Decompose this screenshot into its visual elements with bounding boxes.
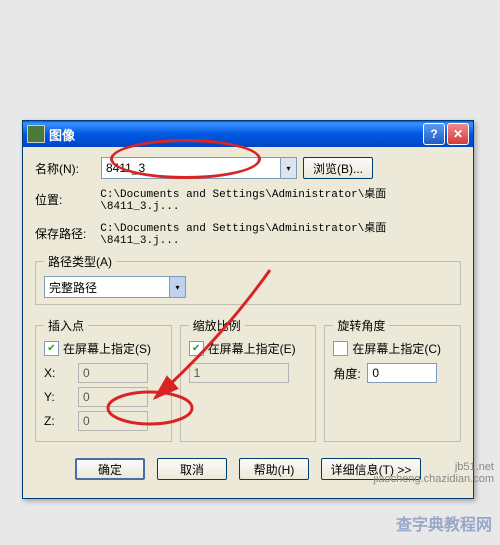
help-button-icon[interactable]: ? — [423, 123, 445, 145]
close-button[interactable]: ✕ — [447, 123, 469, 145]
name-label: 名称(N): — [35, 160, 95, 177]
savepath-row: 保存路径: C:\Documents and Settings\Administ… — [35, 219, 461, 247]
scale-checkbox[interactable]: ✔ — [189, 341, 204, 356]
rotate-legend: 旋转角度 — [333, 317, 389, 334]
insert-legend: 插入点 — [44, 317, 88, 334]
scale-input — [189, 363, 289, 383]
pathtype-group: 路径类型(A) 完整路径 ▾ — [35, 253, 461, 305]
y-input — [78, 387, 148, 407]
insert-group: 插入点 ✔ 在屏幕上指定(S) X: Y: Z: — [35, 317, 172, 442]
ok-button[interactable]: 确定 — [75, 458, 145, 480]
image-dialog: 图像 ? ✕ 名称(N): ▾ 浏览(B)... 位置: C:\Document… — [22, 120, 474, 499]
titlebar[interactable]: 图像 ? ✕ — [23, 121, 473, 147]
pathtype-value: 完整路径 — [45, 279, 169, 296]
scale-legend: 缩放比例 — [189, 317, 245, 334]
name-row: 名称(N): ▾ 浏览(B)... — [35, 157, 461, 179]
location-label: 位置: — [35, 191, 94, 208]
options-row: 插入点 ✔ 在屏幕上指定(S) X: Y: Z: — [35, 311, 461, 448]
insert-chk-label: 在屏幕上指定(S) — [63, 340, 151, 357]
angle-input[interactable] — [367, 363, 437, 383]
scale-group: 缩放比例 ✔ 在屏幕上指定(E) — [180, 317, 317, 442]
watermark-logo: 查字典教程网 — [396, 511, 492, 535]
y-label: Y: — [44, 390, 74, 404]
cancel-button[interactable]: 取消 — [157, 458, 227, 480]
rotate-chk-label: 在屏幕上指定(C) — [352, 340, 441, 357]
angle-label: 角度: — [333, 365, 363, 382]
rotate-group: 旋转角度 在屏幕上指定(C) 角度: — [324, 317, 461, 442]
chevron-down-icon: ▾ — [169, 277, 185, 297]
z-input — [78, 411, 148, 431]
z-label: Z: — [44, 414, 74, 428]
help-button[interactable]: 帮助(H) — [239, 458, 309, 480]
rotate-checkbox[interactable] — [333, 341, 348, 356]
titlebar-buttons: ? ✕ — [423, 123, 469, 145]
scale-chk-label: 在屏幕上指定(E) — [208, 340, 296, 357]
app-icon — [27, 125, 45, 143]
name-input[interactable] — [101, 157, 281, 179]
name-dropdown-icon[interactable]: ▾ — [281, 157, 297, 179]
watermark-small: jb51.net jiaocheng.chazidian.com — [374, 461, 494, 485]
savepath-value: C:\Documents and Settings\Administrator\… — [100, 219, 461, 247]
pathtype-select[interactable]: 完整路径 ▾ — [44, 276, 186, 298]
dialog-title: 图像 — [49, 125, 423, 144]
x-input — [78, 363, 148, 383]
insert-checkbox[interactable]: ✔ — [44, 341, 59, 356]
pathtype-legend: 路径类型(A) — [44, 253, 116, 270]
location-row: 位置: C:\Documents and Settings\Administra… — [35, 185, 461, 213]
browse-button[interactable]: 浏览(B)... — [303, 157, 373, 179]
dialog-content: 名称(N): ▾ 浏览(B)... 位置: C:\Documents and S… — [23, 147, 473, 498]
savepath-label: 保存路径: — [35, 225, 94, 242]
location-value: C:\Documents and Settings\Administrator\… — [100, 185, 461, 213]
x-label: X: — [44, 366, 74, 380]
